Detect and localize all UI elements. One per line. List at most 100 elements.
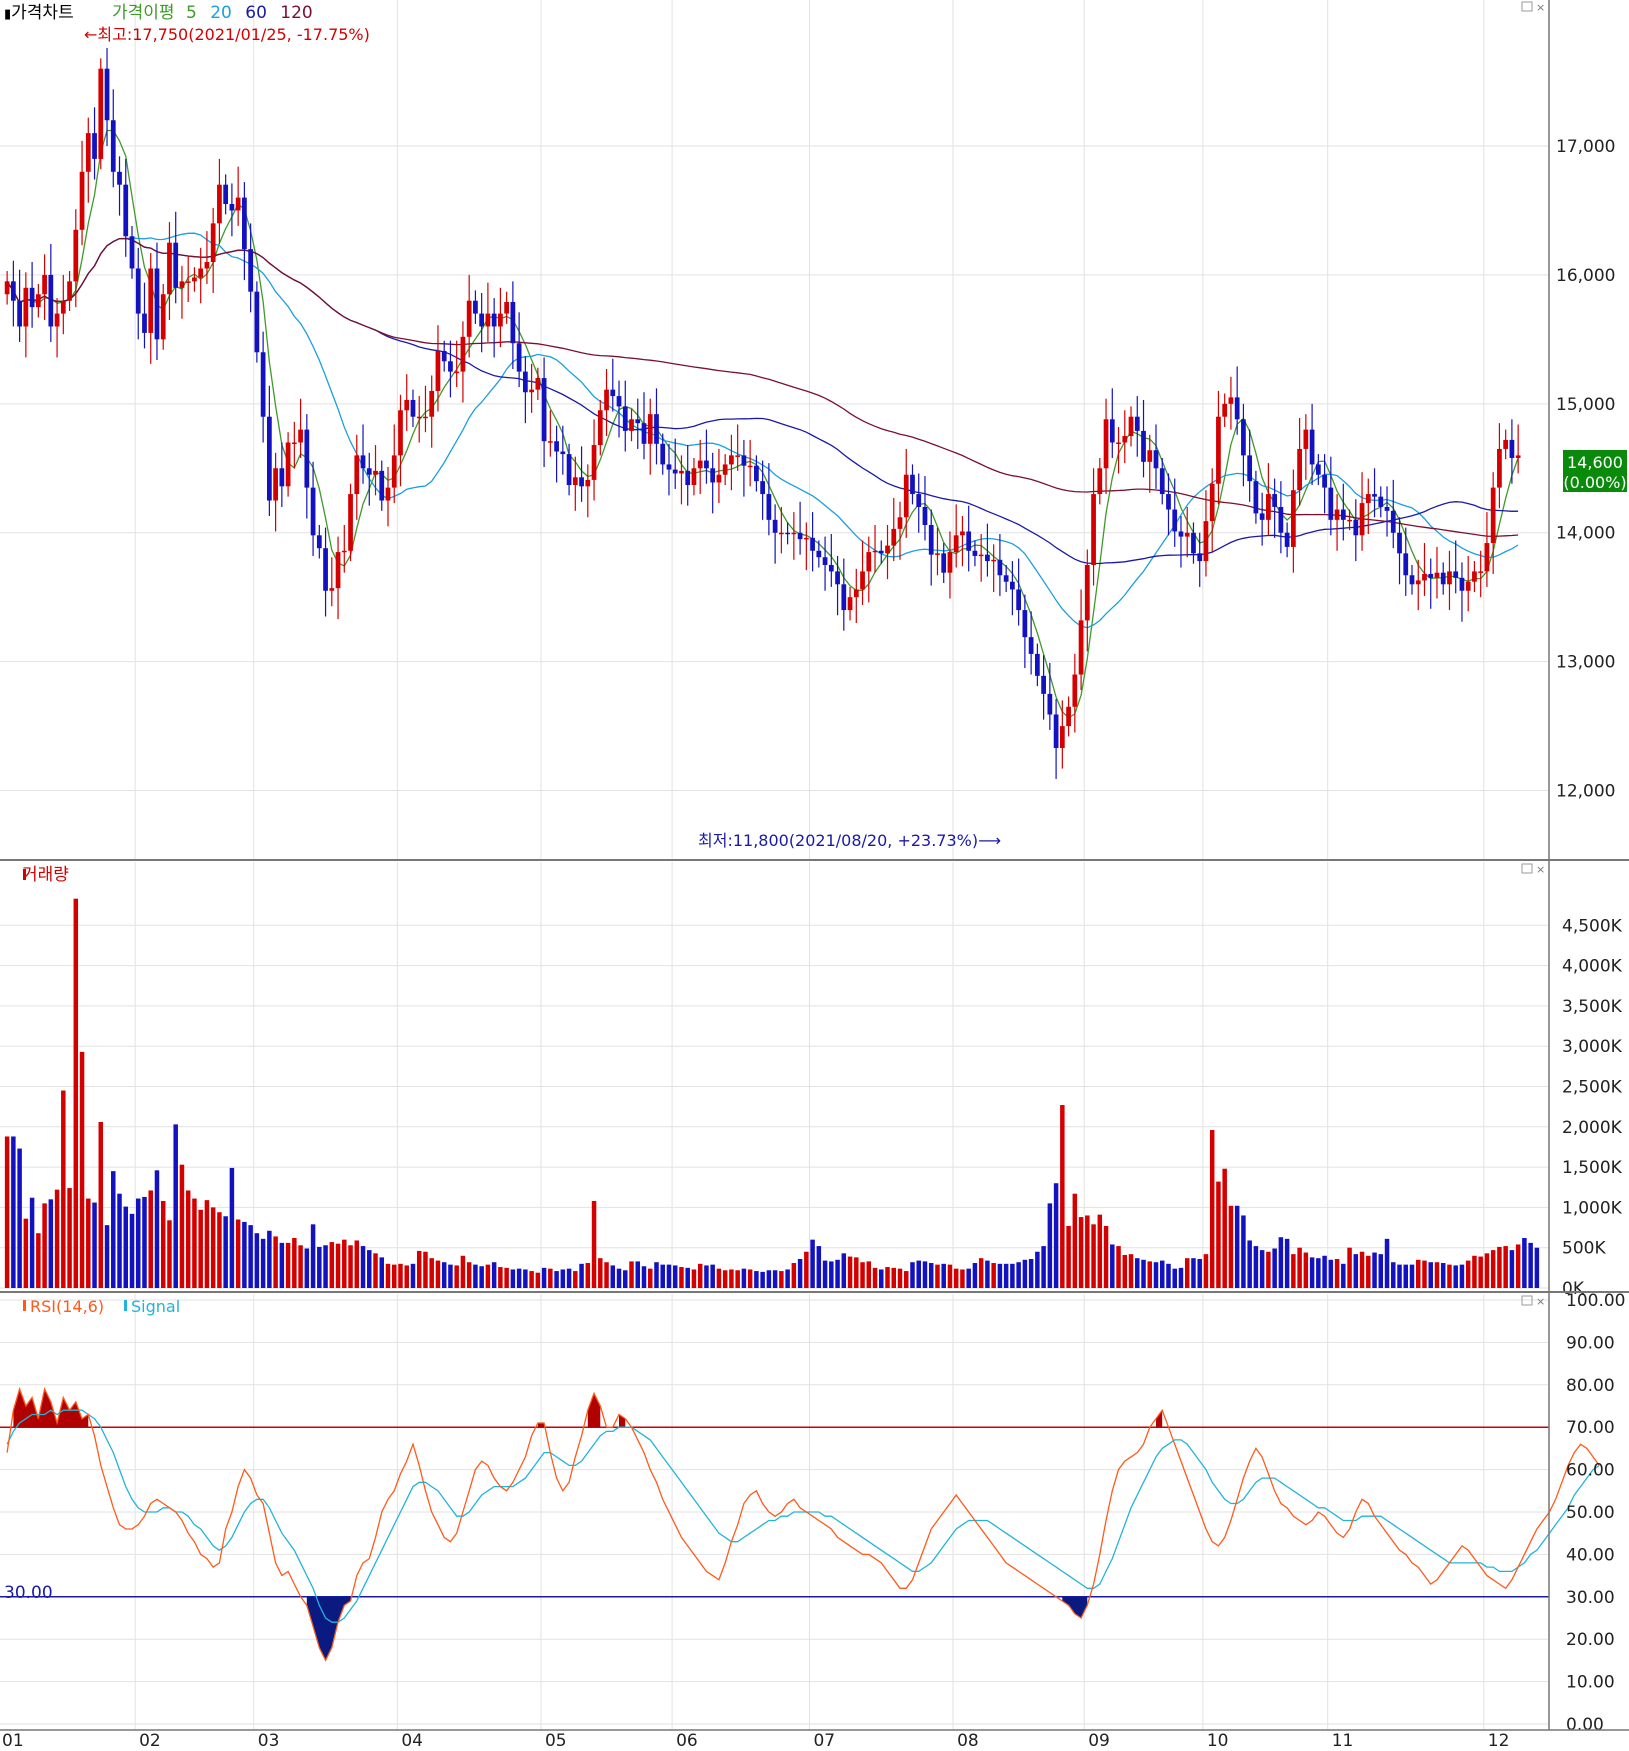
volume-bar	[104, 1225, 110, 1288]
volume-bar	[423, 1251, 428, 1288]
candle-body	[1509, 439, 1515, 458]
candle-body	[572, 477, 578, 486]
candle-body	[722, 464, 728, 475]
candle-body	[192, 277, 197, 282]
candle-body	[685, 470, 691, 486]
volume-bar	[1422, 1260, 1427, 1288]
oversold-level-label: 30.00	[4, 1583, 53, 1603]
candle-body	[67, 281, 72, 301]
candle-body	[1016, 589, 1022, 611]
volume-bar	[1222, 1168, 1227, 1288]
volume-bar	[623, 1270, 628, 1288]
volume-bar	[997, 1263, 1003, 1288]
candle-body	[404, 399, 410, 411]
x-tick-label: 07	[813, 1731, 835, 1751]
volume-bar	[766, 1270, 772, 1288]
volume-bar	[1266, 1251, 1271, 1288]
candle-body	[29, 287, 35, 308]
volume-bar	[160, 1200, 166, 1288]
candle-body	[1191, 532, 1196, 554]
candle-body	[273, 468, 278, 501]
volume-bar	[48, 1199, 54, 1288]
volume-bar	[248, 1225, 253, 1288]
candle-body	[679, 470, 684, 474]
candle-body	[1440, 572, 1446, 585]
candle-body	[841, 584, 847, 611]
candle-body	[1484, 543, 1490, 572]
candle-body	[735, 455, 741, 457]
candle-body	[385, 487, 391, 501]
volume-bar	[1409, 1264, 1415, 1288]
volume-bar	[1153, 1262, 1159, 1288]
volume-bar	[560, 1269, 566, 1288]
candle-body	[104, 68, 110, 121]
ma-legend-5: 5	[186, 3, 197, 23]
volume-bar	[1415, 1259, 1421, 1288]
volume-bar	[1091, 1224, 1096, 1288]
volume-bar	[1503, 1246, 1508, 1288]
volume-bar	[335, 1243, 341, 1288]
volume-bar	[897, 1268, 903, 1288]
volume-bar	[1272, 1248, 1277, 1288]
volume-bar	[36, 1233, 41, 1288]
volume-bar	[548, 1268, 553, 1288]
candle-body	[348, 494, 353, 551]
volume-bar	[310, 1224, 316, 1288]
candle-body	[1234, 397, 1240, 420]
volume-bar	[647, 1268, 653, 1288]
candle-body	[142, 313, 147, 333]
candle-body	[1472, 571, 1477, 582]
candle-body	[1047, 693, 1053, 715]
volume-bar	[616, 1268, 622, 1288]
candle-body	[616, 396, 622, 407]
candle-body	[410, 399, 416, 417]
close-icon[interactable]: ×	[1536, 1295, 1545, 1308]
volume-bar	[317, 1246, 322, 1288]
candle-body	[1359, 503, 1365, 536]
volume-bar	[173, 1124, 178, 1288]
candle-body	[167, 242, 172, 295]
volume-bar	[217, 1212, 222, 1288]
volume-bar	[17, 1148, 22, 1288]
candle-body	[554, 441, 559, 452]
volume-bar	[1128, 1254, 1134, 1288]
volume-bar	[267, 1230, 272, 1288]
volume-bar	[29, 1197, 35, 1288]
volume-bar	[1309, 1257, 1315, 1288]
volume-bar	[1191, 1258, 1196, 1288]
candle-body	[622, 406, 628, 431]
candle-body	[641, 423, 647, 444]
candle-body	[535, 378, 541, 390]
current-change-label: (0.00%)	[1563, 473, 1626, 492]
candle-body	[1097, 468, 1103, 495]
volume-bar	[210, 1207, 216, 1288]
candle-body	[922, 506, 928, 525]
current-price-label: 14,600	[1567, 453, 1623, 472]
candle-body	[672, 469, 678, 474]
volume-bar	[404, 1265, 409, 1288]
candle-body	[1272, 494, 1278, 507]
volume-bar	[379, 1257, 385, 1288]
candle-body	[460, 336, 466, 372]
candle-body	[597, 410, 603, 446]
volume-bar	[654, 1262, 659, 1288]
volume-bar	[98, 1121, 104, 1288]
candle-body	[423, 416, 428, 419]
volume-bar	[985, 1260, 990, 1288]
candle-body	[547, 441, 553, 443]
candle-body	[1378, 496, 1384, 507]
candle-body	[1278, 506, 1284, 533]
candle-body	[1172, 509, 1178, 532]
candle-body	[1334, 509, 1340, 520]
rsi-tick-label: 0.00	[1566, 1715, 1604, 1735]
close-icon[interactable]: ×	[1536, 863, 1545, 876]
rsi-legend-label: RSI(14,6)	[30, 1297, 104, 1316]
candle-body	[529, 389, 534, 393]
volume-bar	[1103, 1225, 1109, 1288]
volume-bar	[460, 1255, 466, 1288]
candle-body	[1041, 675, 1046, 694]
volume-bar	[1097, 1214, 1103, 1288]
candle-body	[285, 442, 291, 487]
volume-bar	[1366, 1255, 1371, 1288]
close-icon[interactable]: ×	[1536, 1, 1545, 14]
